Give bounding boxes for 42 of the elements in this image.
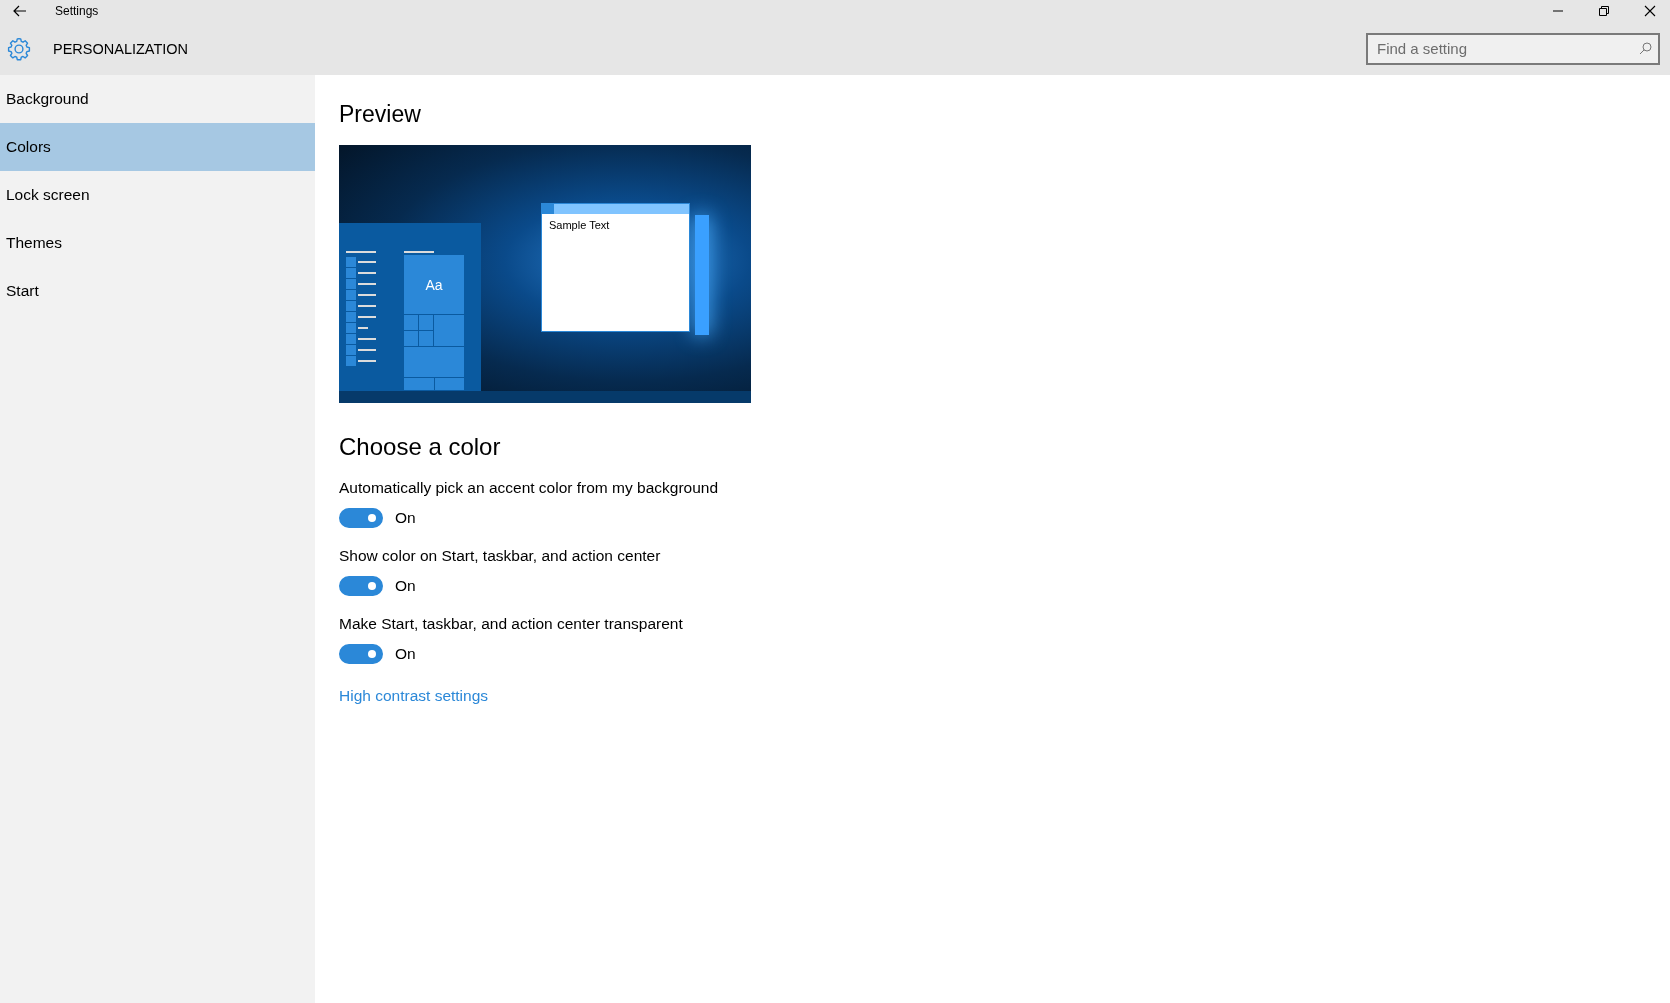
tile	[419, 331, 433, 346]
tile	[404, 331, 418, 346]
app-list-entry	[346, 344, 376, 355]
app-list-entry	[346, 300, 376, 311]
sidebar-item[interactable]: Themes	[0, 219, 315, 267]
restore-icon[interactable]	[1598, 5, 1610, 17]
sidebar-item[interactable]: Colors	[0, 123, 315, 171]
app-list-entry	[346, 333, 376, 344]
sidebar-item[interactable]: Lock screen	[0, 171, 315, 219]
back-icon[interactable]	[13, 4, 27, 17]
setting-label: Automatically pick an accent color from my background	[339, 479, 720, 497]
toggle-switch[interactable]	[339, 644, 383, 664]
toggle-state: On	[395, 509, 416, 527]
app-list-entry	[346, 256, 376, 267]
setting-label: Show color on Start, taskbar, and action center	[339, 547, 662, 565]
sidebar-item[interactable]: Start	[0, 267, 315, 315]
sidebar-item[interactable]: Background	[0, 75, 315, 123]
section-heading: Preview	[339, 100, 422, 128]
app-list-entry	[346, 311, 376, 322]
tile	[434, 378, 464, 390]
toggle-state: On	[395, 577, 416, 595]
window-title: Settings	[55, 4, 99, 18]
tile	[404, 347, 464, 377]
app-list-entry	[346, 355, 376, 366]
tile	[404, 378, 434, 390]
settings-icon	[6, 35, 32, 62]
section-heading: Choose a color	[339, 433, 502, 461]
search-icon[interactable]	[1639, 41, 1652, 55]
search-field[interactable]: Find a setting	[1366, 32, 1660, 65]
toggle-switch[interactable]	[339, 576, 383, 596]
close-icon[interactable]	[1644, 5, 1656, 17]
sample-text: Sample Text	[548, 218, 611, 233]
app-list-entry	[346, 278, 376, 289]
setting-label: Make Start, taskbar, and action center transparent	[339, 615, 684, 633]
high-contrast-link[interactable]: High contrast settings	[339, 687, 489, 705]
app-list-entry	[346, 267, 376, 278]
toggle-switch[interactable]	[339, 508, 383, 528]
tile-label: Aa	[425, 276, 443, 293]
app-list-entry	[346, 322, 368, 333]
toggle-state: On	[395, 645, 416, 663]
app-list-entry	[346, 289, 376, 300]
page-title: PERSONALIZATION	[53, 40, 189, 57]
